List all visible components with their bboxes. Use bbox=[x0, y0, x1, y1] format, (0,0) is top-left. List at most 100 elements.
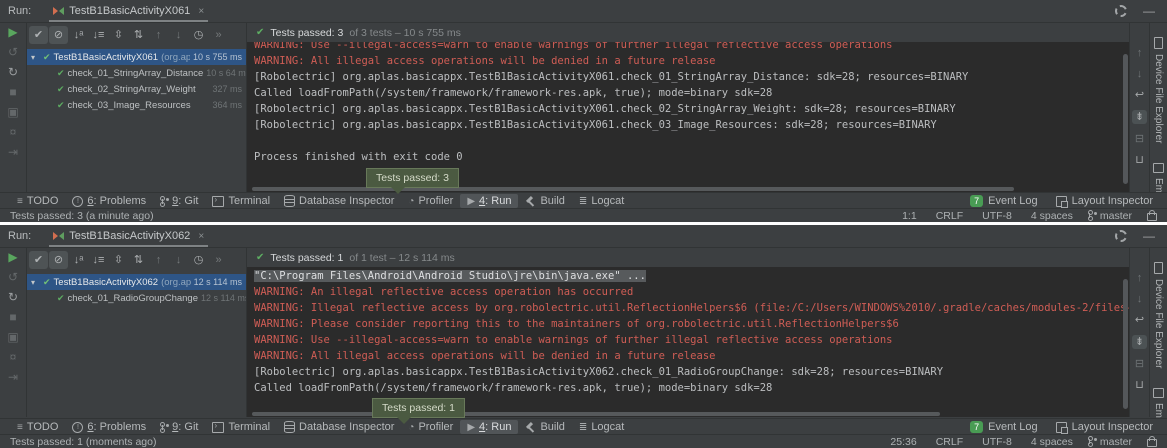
soft-wrap-icon[interactable]: ↩ bbox=[1135, 314, 1144, 326]
tool-window-todo[interactable]: ≡ TODO bbox=[10, 420, 65, 434]
rerun-failed-icon[interactable]: ↺ bbox=[8, 271, 18, 284]
sort-alphabetically-icon[interactable]: ↓ᵃ bbox=[69, 26, 88, 44]
layout-inspector-button[interactable]: Layout Inspector bbox=[1056, 195, 1153, 207]
next-stacktrace-icon[interactable]: ↓ bbox=[1137, 68, 1143, 80]
test-history-icon[interactable]: ◷ bbox=[189, 251, 208, 269]
screenshot-icon[interactable]: ▣ bbox=[7, 106, 18, 119]
exit-icon[interactable]: ⇥ bbox=[8, 371, 18, 384]
status-segment[interactable]: master bbox=[1088, 436, 1132, 448]
tool-window-run[interactable]: ▶ 4: Run bbox=[460, 420, 518, 434]
tool-window-terminal[interactable]: Terminal bbox=[205, 420, 277, 434]
status-segment[interactable]: 4 spaces bbox=[1027, 436, 1073, 448]
test-row[interactable]: ✔ check_01_RadioGroupChange 12 s 114 ms bbox=[27, 290, 246, 306]
lock-icon[interactable] bbox=[1147, 439, 1157, 447]
tool-window-logcat[interactable]: ≣ Logcat bbox=[572, 194, 631, 208]
filter-passed-icon[interactable]: ✔ bbox=[29, 26, 48, 44]
filter-passed-icon[interactable]: ✔ bbox=[29, 251, 48, 269]
settings-icon[interactable] bbox=[1115, 5, 1127, 17]
tool-window-build[interactable]: Build bbox=[518, 194, 571, 208]
chevron-down-icon[interactable]: ▾ bbox=[31, 278, 40, 287]
expand-all-icon[interactable]: ⇳ bbox=[109, 26, 128, 44]
previous-occurrence-icon[interactable]: ↑ bbox=[149, 251, 168, 269]
console-output[interactable]: "C:\Program Files\Android\Android Studio… bbox=[247, 267, 1129, 417]
sort-alphabetically-icon[interactable]: ↓ᵃ bbox=[69, 251, 88, 269]
settings-icon[interactable]: ¤ bbox=[10, 351, 17, 364]
test-history-icon[interactable]: ◷ bbox=[189, 26, 208, 44]
event-log-button[interactable]: 7 Event Log bbox=[970, 195, 1038, 207]
rerun-icon[interactable]: ↻ bbox=[8, 291, 18, 304]
scroll-to-end-icon[interactable]: ⇟ bbox=[1132, 335, 1147, 349]
test-suite-row[interactable]: ▾ ✔ TestB1BasicActivityX062 (org.aplas.t… bbox=[27, 274, 246, 290]
status-segment[interactable]: UTF-8 bbox=[978, 436, 1012, 448]
tool-window-logcat[interactable]: ≣ Logcat bbox=[572, 420, 631, 434]
prev-stacktrace-icon[interactable]: ↑ bbox=[1137, 272, 1143, 284]
settings-icon[interactable]: ¤ bbox=[10, 126, 17, 139]
tool-window-git[interactable]: 9: Git bbox=[153, 194, 205, 208]
status-segment[interactable]: 1:1 bbox=[898, 210, 917, 222]
filter-ignored-icon[interactable]: ⊘ bbox=[49, 251, 68, 269]
status-segment[interactable]: CRLF bbox=[932, 436, 963, 448]
status-segment[interactable]: master bbox=[1088, 210, 1132, 222]
clear-all-icon[interactable]: ⊔ bbox=[1135, 379, 1144, 391]
console-vertical-scrollbar[interactable] bbox=[1123, 54, 1128, 184]
sort-by-duration-icon[interactable]: ↓≡ bbox=[89, 26, 108, 44]
next-stacktrace-icon[interactable]: ↓ bbox=[1137, 293, 1143, 305]
tool-window-build[interactable]: Build bbox=[518, 420, 571, 434]
stop-icon[interactable]: ■ bbox=[9, 86, 16, 99]
tool-window-profiler[interactable]: ◔ Profiler bbox=[401, 194, 460, 208]
rerun-icon[interactable]: ↻ bbox=[8, 66, 18, 79]
hide-tool-window-icon[interactable]: — bbox=[1143, 231, 1155, 241]
test-row[interactable]: ✔ check_02_StringArray_Weight 327 ms bbox=[27, 81, 246, 97]
more-toolbar-icon[interactable]: » bbox=[209, 26, 228, 44]
tool-window-problems[interactable]: ! 6: Problems bbox=[65, 194, 153, 208]
device-file-explorer-tab[interactable]: Device File Explorer bbox=[1153, 37, 1164, 143]
run-tab[interactable]: TestB1BasicActivityX061 × bbox=[47, 0, 210, 22]
print-icon[interactable]: ⊟ bbox=[1135, 133, 1144, 145]
test-row[interactable]: ✔ check_03_Image_Resources 364 ms bbox=[27, 97, 246, 113]
device-file-explorer-tab[interactable]: Device File Explorer bbox=[1153, 262, 1164, 368]
exit-icon[interactable]: ⇥ bbox=[8, 146, 18, 159]
sort-by-duration-icon[interactable]: ↓≡ bbox=[89, 251, 108, 269]
hide-tool-window-icon[interactable]: — bbox=[1143, 6, 1155, 16]
run-icon[interactable]: ▶ bbox=[8, 251, 17, 264]
status-segment[interactable]: 25:36 bbox=[886, 436, 916, 448]
tool-window-run[interactable]: ▶ 4: Run bbox=[460, 194, 518, 208]
event-log-button[interactable]: 7 Event Log bbox=[970, 421, 1038, 433]
next-occurrence-icon[interactable]: ↓ bbox=[169, 26, 188, 44]
layout-inspector-button[interactable]: Layout Inspector bbox=[1056, 421, 1153, 433]
settings-icon[interactable] bbox=[1115, 230, 1127, 242]
soft-wrap-icon[interactable]: ↩ bbox=[1135, 89, 1144, 101]
run-tab[interactable]: TestB1BasicActivityX062 × bbox=[47, 225, 210, 247]
rerun-failed-icon[interactable]: ↺ bbox=[8, 46, 18, 59]
scroll-to-end-icon[interactable]: ⇟ bbox=[1132, 110, 1147, 124]
prev-stacktrace-icon[interactable]: ↑ bbox=[1137, 47, 1143, 59]
print-icon[interactable]: ⊟ bbox=[1135, 358, 1144, 370]
status-segment[interactable]: UTF-8 bbox=[978, 210, 1012, 222]
previous-occurrence-icon[interactable]: ↑ bbox=[149, 26, 168, 44]
close-tab-icon[interactable]: × bbox=[198, 6, 204, 17]
collapse-all-icon[interactable]: ⇅ bbox=[129, 26, 148, 44]
stop-icon[interactable]: ■ bbox=[9, 311, 16, 324]
more-toolbar-icon[interactable]: » bbox=[209, 251, 228, 269]
run-icon[interactable]: ▶ bbox=[8, 26, 17, 39]
console-horizontal-scrollbar[interactable] bbox=[252, 412, 940, 416]
tool-window-todo[interactable]: ≡ TODO bbox=[10, 194, 65, 208]
tool-window-terminal[interactable]: Terminal bbox=[205, 194, 277, 208]
console-vertical-scrollbar[interactable] bbox=[1123, 279, 1128, 409]
next-occurrence-icon[interactable]: ↓ bbox=[169, 251, 188, 269]
test-suite-row[interactable]: ▾ ✔ TestB1BasicActivityX061 (org.aplas.t… bbox=[27, 49, 246, 65]
lock-icon[interactable] bbox=[1147, 213, 1157, 221]
tool-window-database-inspector[interactable]: Database Inspector bbox=[277, 420, 401, 434]
collapse-all-icon[interactable]: ⇅ bbox=[129, 251, 148, 269]
clear-all-icon[interactable]: ⊔ bbox=[1135, 154, 1144, 166]
tool-window-problems[interactable]: ! 6: Problems bbox=[65, 420, 153, 434]
status-segment[interactable]: 4 spaces bbox=[1027, 210, 1073, 222]
status-segment[interactable]: CRLF bbox=[932, 210, 963, 222]
tool-window-git[interactable]: 9: Git bbox=[153, 420, 205, 434]
test-row[interactable]: ✔ check_01_StringArray_Distance 10 s 64 … bbox=[27, 65, 246, 81]
close-tab-icon[interactable]: × bbox=[198, 231, 204, 242]
filter-ignored-icon[interactable]: ⊘ bbox=[49, 26, 68, 44]
chevron-down-icon[interactable]: ▾ bbox=[31, 53, 40, 62]
screenshot-icon[interactable]: ▣ bbox=[7, 331, 18, 344]
tool-window-database-inspector[interactable]: Database Inspector bbox=[277, 194, 401, 208]
